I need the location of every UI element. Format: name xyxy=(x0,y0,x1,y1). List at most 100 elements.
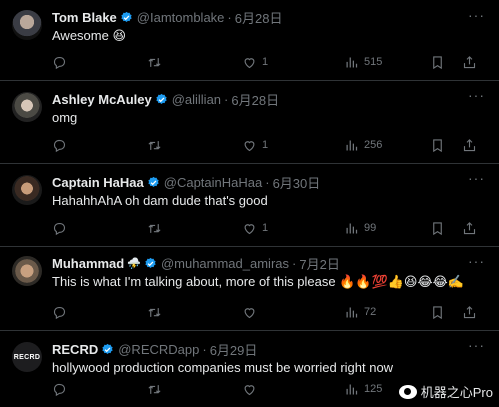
views-icon xyxy=(346,307,358,317)
tweet-date[interactable]: 6月30日 xyxy=(273,173,321,192)
action-bar: 1 99 xyxy=(52,220,485,236)
view-count: 515 xyxy=(364,56,383,68)
tweet-reply[interactable]: Captain HaHaa @CaptainHaHaa · 6月30日 ··· … xyxy=(0,163,499,247)
bookmark-button[interactable] xyxy=(430,137,445,153)
user-handle[interactable]: @CaptainHaHaa xyxy=(164,175,262,190)
views-button[interactable]: 256 xyxy=(344,137,382,153)
retweet-icon xyxy=(148,140,161,150)
views-button[interactable]: 72 xyxy=(344,304,376,320)
retweet-icon xyxy=(148,384,161,394)
bookmark-button[interactable] xyxy=(430,304,445,320)
views-icon xyxy=(346,384,358,394)
avatar[interactable] xyxy=(12,175,42,205)
reply-button[interactable] xyxy=(52,54,72,70)
tweet-reply[interactable]: Muhammad ⛈️ @muhammad_amiras · 7月2日 ··· … xyxy=(0,246,499,331)
tweet-header: Ashley McAuley @alillian · 6月28日 xyxy=(52,90,279,108)
user-handle[interactable]: @alillian xyxy=(172,92,221,107)
tweet-text: HahahhAhA oh dam dude that's good xyxy=(52,193,268,208)
share-button[interactable] xyxy=(462,137,477,153)
verified-badge-icon xyxy=(148,176,159,187)
separator-dot: · xyxy=(224,91,229,107)
reply-thread: Tom Blake @Iamtomblake · 6月28日 ··· Aweso… xyxy=(0,0,499,407)
views-button[interactable]: 515 xyxy=(344,54,382,70)
tweet-header: RECRD @RECRDapp · 6月29日 xyxy=(52,340,257,358)
like-count: 1 xyxy=(262,56,269,68)
share-button[interactable] xyxy=(462,54,477,70)
avatar[interactable] xyxy=(12,10,42,40)
view-count: 125 xyxy=(364,383,383,395)
like-icon xyxy=(244,140,255,151)
avatar[interactable] xyxy=(12,92,42,122)
share-button[interactable] xyxy=(462,304,477,320)
like-count: 1 xyxy=(262,222,269,234)
bookmark-icon xyxy=(433,55,442,69)
display-name[interactable]: Muhammad xyxy=(52,256,124,271)
view-count: 99 xyxy=(364,222,377,234)
tweet-text: This is what I'm talking about, more of … xyxy=(52,274,465,289)
avatar[interactable] xyxy=(12,256,42,286)
more-icon[interactable]: ··· xyxy=(468,8,485,22)
action-bar: 72 xyxy=(52,304,485,320)
like-button[interactable] xyxy=(242,381,262,397)
more-icon[interactable]: ··· xyxy=(468,338,485,352)
retweet-icon xyxy=(148,307,161,317)
reply-icon xyxy=(53,306,66,319)
like-button[interactable]: 1 xyxy=(242,220,268,236)
like-icon xyxy=(244,223,255,234)
reply-button[interactable] xyxy=(52,304,72,320)
like-icon xyxy=(244,384,255,395)
share-icon xyxy=(463,55,476,68)
avatar[interactable]: RECRD xyxy=(12,342,42,372)
action-bar: 1 256 xyxy=(52,137,485,153)
like-icon xyxy=(244,57,255,68)
tweet-date[interactable]: 6月29日 xyxy=(210,340,258,359)
watermark: 机器之心Pro xyxy=(398,382,493,401)
display-name[interactable]: Ashley McAuley xyxy=(52,92,152,107)
tweet-text: omg xyxy=(52,110,78,125)
user-handle[interactable]: @Iamtomblake xyxy=(137,10,225,25)
bookmark-button[interactable] xyxy=(430,54,445,70)
user-handle[interactable]: @muhammad_amiras xyxy=(161,256,289,271)
action-bar: 1 515 xyxy=(52,54,485,70)
tweet-text: hollywood production companies must be w… xyxy=(52,360,394,375)
reply-button[interactable] xyxy=(52,137,72,153)
display-name[interactable]: RECRD xyxy=(52,342,98,357)
like-button[interactable]: 1 xyxy=(242,137,268,153)
retweet-button[interactable] xyxy=(147,220,167,236)
views-button[interactable]: 125 xyxy=(344,381,382,397)
retweet-icon xyxy=(148,223,161,233)
watermark-text: 机器之心Pro xyxy=(420,385,493,400)
like-button[interactable] xyxy=(242,304,262,320)
views-button[interactable]: 99 xyxy=(344,220,376,236)
tweet-header: Captain HaHaa @CaptainHaHaa · 6月30日 xyxy=(52,173,320,191)
user-handle[interactable]: @RECRDapp xyxy=(118,342,199,357)
weibo-logo-icon xyxy=(398,384,417,399)
bookmark-button[interactable] xyxy=(430,220,445,236)
like-button[interactable]: 1 xyxy=(242,54,268,70)
more-icon[interactable]: ··· xyxy=(468,254,485,268)
retweet-button[interactable] xyxy=(147,304,167,320)
like-icon xyxy=(244,307,255,318)
tweet-reply[interactable]: Ashley McAuley @alillian · 6月28日 ··· omg… xyxy=(0,80,499,164)
reply-button[interactable] xyxy=(52,220,72,236)
more-icon[interactable]: ··· xyxy=(468,88,485,102)
share-button[interactable] xyxy=(462,220,477,236)
reply-icon xyxy=(53,222,66,235)
tweet-header: Muhammad ⛈️ @muhammad_amiras · 7月2日 xyxy=(52,254,340,272)
tweet-date[interactable]: 6月28日 xyxy=(231,90,279,109)
like-count: 1 xyxy=(262,139,269,151)
reply-button[interactable] xyxy=(52,381,72,397)
tweet-reply[interactable]: Tom Blake @Iamtomblake · 6月28日 ··· Aweso… xyxy=(0,0,499,81)
display-name[interactable]: Tom Blake xyxy=(52,10,117,25)
retweet-button[interactable] xyxy=(147,54,167,70)
retweet-button[interactable] xyxy=(147,381,167,397)
display-name[interactable]: Captain HaHaa xyxy=(52,175,144,190)
view-count: 72 xyxy=(364,306,377,318)
avatar-logo: RECRD xyxy=(13,353,41,361)
more-icon[interactable]: ··· xyxy=(468,171,485,185)
tweet-date[interactable]: 7月2日 xyxy=(299,254,339,273)
tweet-date[interactable]: 6月28日 xyxy=(235,8,283,27)
retweet-button[interactable] xyxy=(147,137,167,153)
bookmark-icon xyxy=(433,138,442,152)
separator-dot: · xyxy=(202,341,207,357)
